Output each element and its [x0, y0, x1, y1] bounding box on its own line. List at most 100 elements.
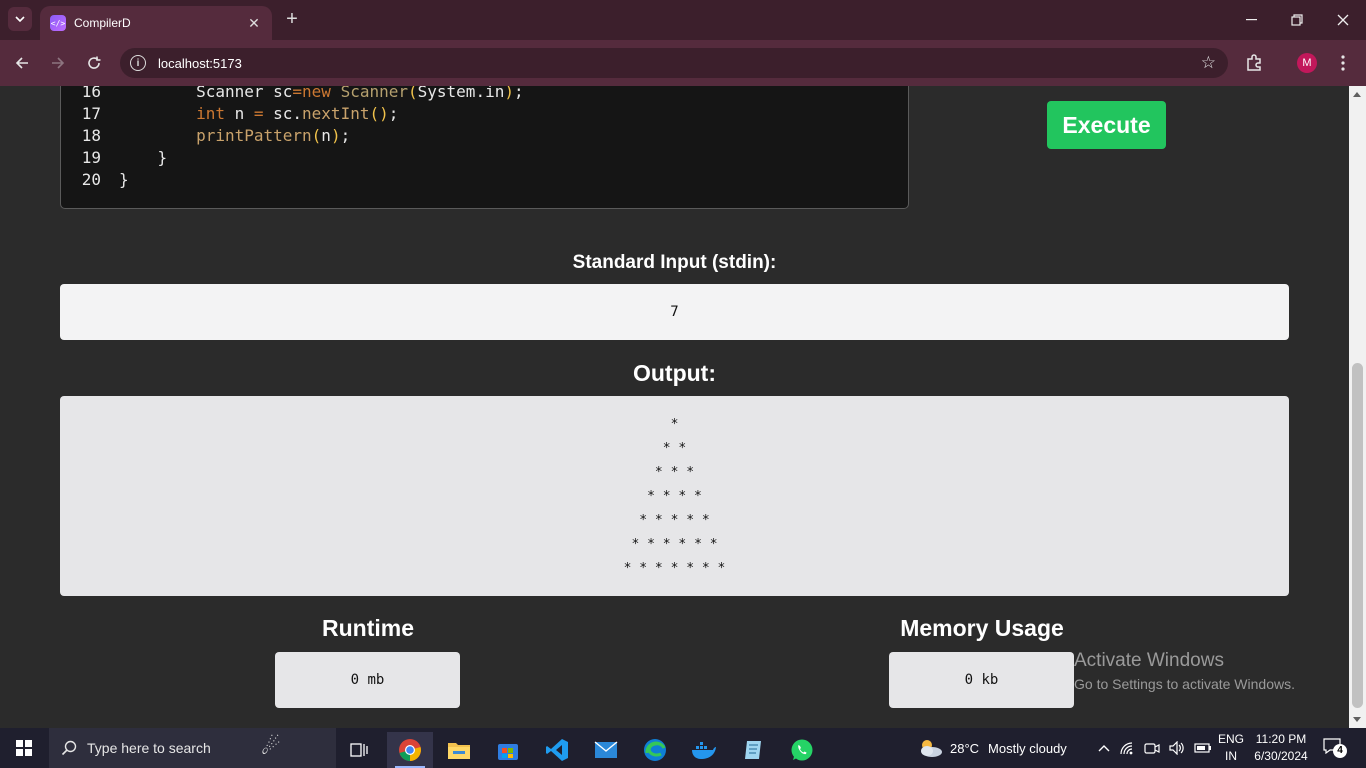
input-language-indicator[interactable]: ENG IN — [1217, 731, 1245, 765]
code-token: ( — [408, 86, 418, 101]
weather-widget[interactable]: 28°C Mostly cloudy — [916, 728, 1067, 768]
code-editor[interactable]: 16 Scanner sc=new Scanner(System.in); 17 … — [60, 86, 909, 209]
weather-temperature: 28°C — [950, 740, 980, 756]
microsoft-store-button[interactable] — [485, 732, 531, 768]
restore-button[interactable] — [1274, 0, 1320, 40]
edge-button[interactable] — [632, 732, 678, 768]
code-token: ; — [513, 86, 524, 101]
code-token: Scanner sc — [119, 86, 293, 101]
mail-icon — [594, 741, 618, 758]
file-explorer-button[interactable] — [436, 732, 482, 768]
execute-button[interactable]: Execute — [1047, 101, 1166, 149]
task-view-icon — [350, 743, 368, 757]
tab-search-button[interactable] — [8, 7, 32, 31]
code-token: = — [253, 104, 274, 123]
chevron-up-icon[interactable] — [1098, 744, 1110, 752]
code-token: } — [119, 148, 168, 167]
language-code: ENG — [1217, 732, 1244, 746]
taskbar-search[interactable]: Type here to search ☄ — [49, 728, 336, 768]
stdin-label: Standard Input (stdin): — [572, 252, 777, 273]
code-token: n — [234, 104, 254, 123]
back-button[interactable] — [10, 51, 34, 75]
notification-center-button[interactable]: 4 — [1323, 738, 1347, 758]
whatsapp-icon — [791, 739, 813, 761]
bookmark-star-icon[interactable]: ☆ — [1201, 53, 1216, 73]
code-line[interactable]: 16 Scanner sc=new Scanner(System.in); — [61, 86, 524, 103]
output-text: * * * * * * * * * * * * * * * * * * * * * * * … — [624, 413, 726, 596]
chrome-icon — [399, 739, 421, 761]
taskbar-clock[interactable]: 11:20 PM 6/30/2024 — [1248, 731, 1314, 765]
docker-button[interactable] — [681, 732, 727, 768]
minimize-icon — [1245, 19, 1257, 21]
code-token: ) — [330, 126, 341, 145]
docker-icon — [692, 742, 716, 759]
forward-button[interactable] — [46, 51, 70, 75]
code-line[interactable]: 19 } — [61, 147, 167, 169]
clock-time: 11:20 PM — [1255, 732, 1307, 746]
stdin-input[interactable]: 7 — [60, 284, 1289, 340]
puzzle-icon — [1247, 54, 1261, 71]
notes-icon — [745, 741, 761, 759]
page-scrollbar[interactable] — [1349, 86, 1366, 728]
more-vertical-icon — [1341, 55, 1345, 71]
line-number: 16 — [81, 86, 101, 101]
chevron-down-icon — [15, 16, 25, 22]
browser-menu-button[interactable] — [1331, 51, 1355, 75]
chrome-taskbar-button[interactable] — [387, 732, 433, 768]
reload-button[interactable] — [82, 51, 106, 75]
search-highlight-icon: ☄ — [261, 734, 281, 759]
code-token: Scanner — [340, 86, 408, 101]
code-line[interactable]: 18 printPattern(n); — [61, 125, 350, 147]
close-icon — [1337, 14, 1349, 26]
watermark-title: Activate Windows — [1074, 650, 1224, 671]
code-token: = — [292, 86, 303, 101]
memory-usage-value: 0 kb — [889, 652, 1074, 708]
search-icon — [61, 740, 77, 756]
code-line[interactable]: 17 int n = sc.nextInt(); — [61, 103, 399, 125]
site-info-icon[interactable]: i — [130, 55, 146, 71]
close-tab-icon[interactable]: ✕ — [246, 15, 262, 32]
folder-icon — [448, 743, 470, 759]
code-token: ( — [311, 126, 322, 145]
vscode-button[interactable] — [534, 732, 580, 768]
code-line[interactable]: 20} — [61, 169, 129, 191]
mail-button[interactable] — [583, 732, 629, 768]
code-token: ; — [340, 126, 351, 145]
code-token: ) — [504, 86, 514, 101]
network-icon[interactable] — [1119, 741, 1135, 755]
battery-icon[interactable] — [1194, 742, 1212, 754]
start-button[interactable] — [0, 728, 48, 768]
meet-now-icon[interactable] — [1144, 741, 1160, 755]
address-bar[interactable]: i localhost:5173 ☆ — [120, 48, 1228, 78]
browser-tab[interactable]: </> CompilerD ✕ — [40, 6, 272, 40]
output-line: * * * * * * — [631, 537, 718, 552]
scrollbar-thumb[interactable] — [1352, 363, 1363, 708]
minimize-button[interactable] — [1228, 0, 1274, 40]
search-placeholder: Type here to search — [87, 740, 211, 756]
notes-app-button[interactable] — [730, 732, 776, 768]
extensions-button[interactable] — [1242, 51, 1266, 75]
line-number: 18 — [81, 126, 101, 145]
url-text[interactable]: localhost:5173 — [158, 56, 1201, 71]
code-token: printPattern — [119, 126, 312, 145]
activate-windows-watermark: Activate Windows Go to Settings to activ… — [1074, 650, 1295, 692]
code-token: n — [321, 126, 331, 145]
close-window-button[interactable] — [1320, 0, 1366, 40]
line-number: 20 — [81, 170, 101, 189]
new-tab-button[interactable]: + — [282, 9, 302, 29]
task-view-button[interactable] — [337, 732, 383, 768]
edge-icon — [644, 739, 666, 761]
whatsapp-button[interactable] — [779, 732, 825, 768]
weather-description: Mostly cloudy — [988, 740, 1067, 756]
arrow-left-icon — [15, 57, 28, 69]
runtime-label: Runtime — [322, 615, 414, 641]
code-token: } — [119, 170, 129, 189]
scroll-down-arrow[interactable] — [1353, 717, 1361, 722]
tab-favicon-icon: </> — [50, 15, 66, 31]
windows-logo-icon — [16, 740, 32, 756]
scroll-up-arrow[interactable] — [1353, 92, 1361, 97]
reload-icon — [88, 56, 101, 69]
code-token: sc. — [273, 104, 303, 123]
volume-icon[interactable] — [1169, 741, 1185, 755]
profile-avatar[interactable]: M — [1297, 53, 1317, 73]
